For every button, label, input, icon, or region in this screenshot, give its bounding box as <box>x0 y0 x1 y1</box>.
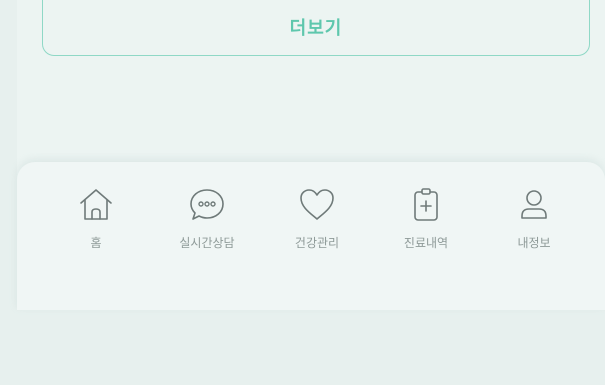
tab-my-info-label: 내정보 <box>517 236 551 250</box>
bottom-tab-bar: 홈 실시간상담 건강관리 진료내역 내정보 <box>17 162 605 310</box>
tab-health-care-label: 건강관리 <box>294 236 340 250</box>
tab-my-info[interactable]: 내정보 <box>484 184 584 264</box>
tab-medical-records-label: 진료내역 <box>403 236 449 250</box>
tab-live-chat[interactable]: 실시간상담 <box>157 184 257 264</box>
tab-medical-records[interactable]: 진료내역 <box>376 184 476 264</box>
tab-home[interactable]: 홈 <box>46 184 146 264</box>
medical-clipboard-icon <box>414 188 438 221</box>
tab-health-care[interactable]: 건강관리 <box>267 184 367 264</box>
tab-live-chat-label: 실시간상담 <box>179 236 235 250</box>
home-icon <box>80 189 112 220</box>
more-button[interactable]: 더보기 <box>42 0 590 56</box>
tab-home-label: 홈 <box>90 236 102 250</box>
chat-bubble-icon <box>190 189 224 220</box>
heart-icon <box>300 189 334 220</box>
user-icon <box>521 190 547 219</box>
more-button-label: 더보기 <box>289 18 343 39</box>
